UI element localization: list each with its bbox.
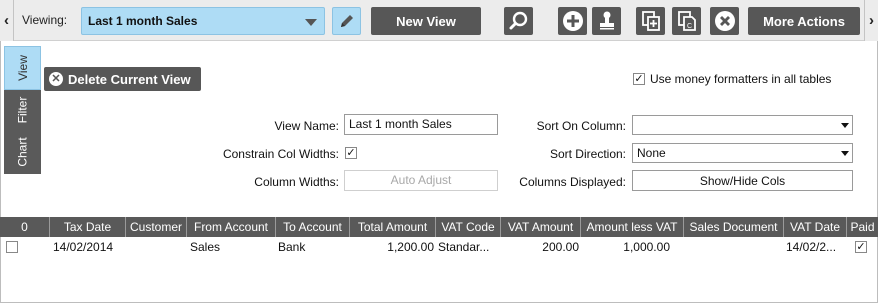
- tab-filter[interactable]: Filter: [4, 90, 41, 130]
- columns-displayed-label: Columns Displayed:: [519, 175, 626, 189]
- search-icon: [509, 11, 527, 30]
- row-paid-checkbox[interactable]: ✓: [855, 241, 867, 253]
- chevron-down-icon: [305, 19, 317, 26]
- new-view-button[interactable]: New View: [371, 7, 481, 35]
- column-header-to-account[interactable]: To Account: [276, 217, 350, 237]
- toolbar: ‹ Viewing: Last 1 month Sales New View C…: [0, 0, 878, 41]
- copy-add-icon: [641, 11, 660, 31]
- chevron-down-icon: [841, 123, 849, 128]
- cell-tax-date: 14/02/2014: [53, 240, 114, 254]
- auto-adjust-input: Auto Adjust: [344, 170, 498, 191]
- sort-direction-select[interactable]: None: [632, 143, 853, 163]
- scroll-left-arrow-icon[interactable]: ‹: [0, 0, 14, 41]
- copy-doc-icon: C: [677, 11, 696, 31]
- sort-on-column-select[interactable]: [632, 115, 853, 135]
- view-selector-value: Last 1 month Sales: [88, 14, 198, 28]
- cell-sales-document: [686, 237, 782, 258]
- chevron-down-icon: [841, 151, 849, 156]
- edit-view-button[interactable]: [332, 7, 361, 35]
- column-header-vat-amount[interactable]: VAT Amount: [501, 217, 581, 237]
- tab-view[interactable]: View: [4, 46, 41, 90]
- scroll-right-arrow-icon[interactable]: ›: [864, 0, 878, 41]
- view-selector[interactable]: Last 1 month Sales: [81, 7, 325, 35]
- constrain-col-widths-label: Constrain Col Widths:: [222, 147, 339, 161]
- money-formatters-option[interactable]: ✓ Use money formatters in all tables: [633, 72, 831, 86]
- tab-chart[interactable]: Chart: [4, 130, 41, 174]
- close-view-button[interactable]: [710, 7, 739, 35]
- viewing-label: Viewing:: [22, 13, 68, 27]
- sort-on-column-label: Sort On Column:: [536, 119, 626, 133]
- money-formatters-checkbox[interactable]: ✓: [633, 73, 645, 85]
- column-header-amount-less-vat[interactable]: Amount less VAT: [581, 217, 684, 237]
- column-header-vat-code[interactable]: VAT Code: [436, 217, 501, 237]
- delete-current-view-button[interactable]: ✕ Delete Current View: [44, 67, 201, 91]
- add-icon: [562, 11, 583, 31]
- tab-filter-label: Filter: [15, 96, 30, 124]
- column-header-paid[interactable]: Paid: [847, 217, 878, 237]
- tab-view-label: View: [15, 55, 30, 81]
- show-hide-cols-button[interactable]: Show/Hide Cols: [632, 170, 853, 191]
- column-header-from-account[interactable]: From Account: [187, 217, 276, 237]
- close-circle-icon: ✕: [49, 72, 63, 86]
- cell-to-account: Bank: [278, 240, 306, 254]
- add-button[interactable]: [558, 7, 587, 35]
- close-icon: [714, 11, 735, 31]
- cell-amount-less-vat: 1,000.00: [623, 240, 670, 254]
- cell-customer: [129, 237, 185, 258]
- svg-text:C: C: [687, 23, 692, 30]
- column-header-sales-document[interactable]: Sales Document: [684, 217, 784, 237]
- cell-from-account: Sales: [190, 240, 221, 254]
- column-header-total-amount[interactable]: Total Amount: [350, 217, 436, 237]
- sort-direction-value: None: [637, 146, 666, 160]
- copy-document-button[interactable]: C: [672, 7, 701, 35]
- delete-current-view-label: Delete Current View: [68, 71, 191, 87]
- search-button[interactable]: [504, 7, 533, 35]
- cell-vat-amount: 200.00: [542, 240, 579, 254]
- constrain-col-widths-checkbox[interactable]: ✓: [345, 147, 357, 159]
- cell-total-amount: 1,200.00: [387, 240, 434, 254]
- column-header-customer[interactable]: Customer: [126, 217, 187, 237]
- sort-direction-label: Sort Direction:: [549, 147, 626, 161]
- tab-chart-label: Chart: [15, 137, 30, 167]
- copy-add-button[interactable]: [636, 7, 665, 35]
- column-header-vat-date[interactable]: VAT Date: [784, 217, 847, 237]
- column-header-tax-date[interactable]: Tax Date: [50, 217, 126, 237]
- stamp-button[interactable]: [592, 7, 621, 35]
- money-formatters-label: Use money formatters in all tables: [650, 72, 832, 86]
- stamp-icon: [599, 11, 614, 30]
- more-actions-button[interactable]: More Actions: [748, 7, 860, 35]
- table-header: 0 Tax Date Customer From Account To Acco…: [0, 217, 878, 237]
- cell-vat-code: Standar...: [438, 240, 490, 254]
- cell-vat-date: 14/02/2...: [786, 240, 837, 254]
- pencil-icon: [340, 15, 353, 27]
- view-name-input[interactable]: Last 1 month Sales: [344, 114, 498, 135]
- row-select-checkbox[interactable]: [6, 241, 18, 253]
- table-row[interactable]: 14/02/2014 Sales Bank 1,200.00 Standar..…: [0, 237, 878, 258]
- column-widths-label: Column Widths:: [254, 175, 339, 189]
- column-header-select[interactable]: 0: [0, 217, 50, 237]
- view-name-label: View Name:: [274, 119, 339, 133]
